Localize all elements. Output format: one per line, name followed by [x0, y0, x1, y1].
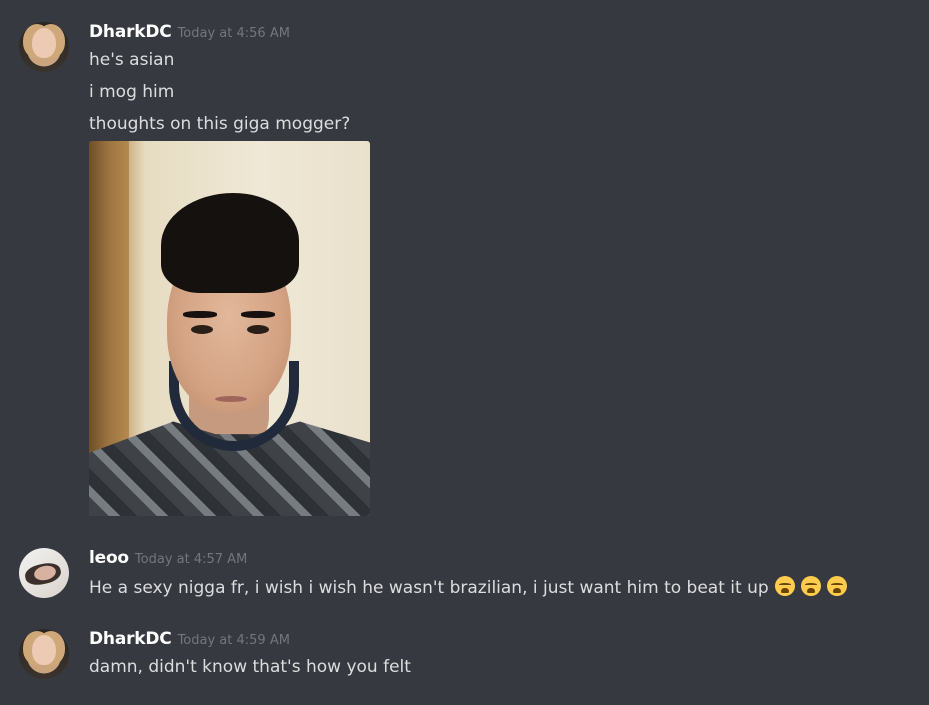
- message-header: leoo Today at 4:57 AM: [89, 548, 247, 568]
- timestamp[interactable]: Today at 4:57 AM: [135, 552, 247, 567]
- weary-face-emoji-icon[interactable]: [826, 576, 847, 596]
- photo-mouth: [215, 396, 247, 402]
- photo-hair: [161, 193, 299, 293]
- chat-messages: DharkDC Today at 4:56 AM he's asian i mog…: [0, 0, 929, 705]
- message-header: DharkDC Today at 4:59 AM: [89, 629, 290, 649]
- username[interactable]: leoo: [89, 548, 129, 568]
- avatar-dharkdc[interactable]: [19, 629, 69, 679]
- message-text: thoughts on this giga mogger?: [89, 114, 351, 134]
- message-text: He a sexy nigga fr, i wish i wish he was…: [89, 578, 769, 598]
- message-text: damn, didn't know that's how you felt: [89, 657, 411, 677]
- timestamp[interactable]: Today at 4:56 AM: [178, 26, 290, 41]
- message-text: i mog him: [89, 82, 175, 102]
- avatar-dharkdc[interactable]: [19, 22, 69, 72]
- weary-face-emoji-icon[interactable]: [774, 576, 795, 596]
- username[interactable]: DharkDC: [89, 629, 172, 649]
- username[interactable]: DharkDC: [89, 22, 172, 42]
- timestamp[interactable]: Today at 4:59 AM: [178, 633, 290, 648]
- photo-eye: [247, 325, 269, 334]
- weary-face-emoji-icon[interactable]: [800, 576, 821, 596]
- image-attachment[interactable]: [89, 141, 370, 516]
- message-text-row: He a sexy nigga fr, i wish i wish he was…: [89, 576, 847, 598]
- avatar-leoo[interactable]: [19, 548, 69, 598]
- message-header: DharkDC Today at 4:56 AM: [89, 22, 290, 42]
- message-text: he's asian: [89, 50, 175, 70]
- photo-brow: [241, 311, 275, 318]
- photo-eye: [191, 325, 213, 334]
- photo-brow: [183, 311, 217, 318]
